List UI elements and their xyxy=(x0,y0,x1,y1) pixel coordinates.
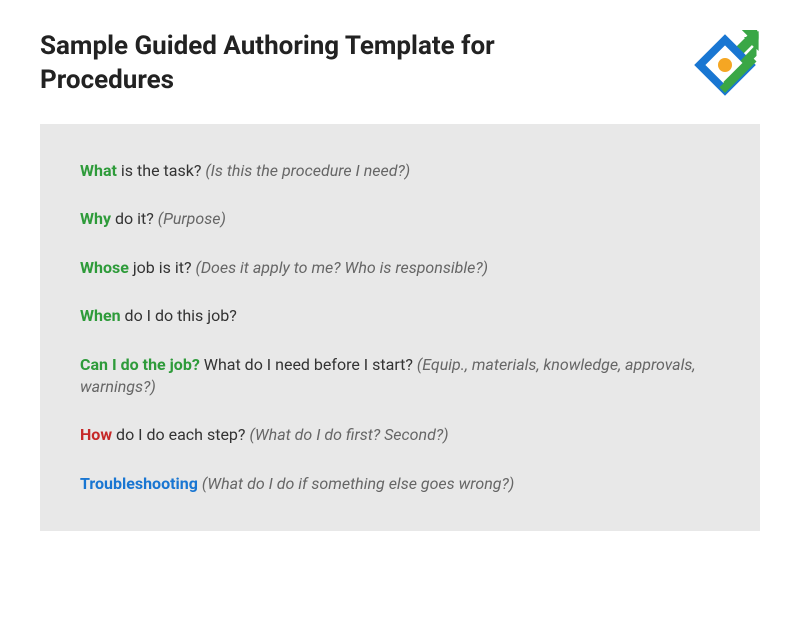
hint-text: (What do I do first? Second?) xyxy=(249,425,448,444)
keyword: Why xyxy=(80,209,111,228)
question-text: do I do each step? xyxy=(112,425,249,444)
logo-icon xyxy=(690,30,760,100)
content-box: What is the task? (Is this the procedure… xyxy=(40,124,760,531)
template-item: Troubleshooting (What do I do if somethi… xyxy=(80,473,720,495)
question-text: job is it? xyxy=(129,258,196,277)
hint-text: (Does it apply to me? Who is responsible… xyxy=(196,258,489,277)
hint-text: (Purpose) xyxy=(158,209,226,228)
keyword: Can I do the job? xyxy=(80,355,200,374)
question-text: do it? xyxy=(111,209,158,228)
question-text: is the task? xyxy=(117,161,205,180)
question-text: do I do this job? xyxy=(121,306,237,325)
keyword: When xyxy=(80,306,121,325)
keyword: What xyxy=(80,161,117,180)
logo xyxy=(690,30,760,100)
keyword: Troubleshooting xyxy=(80,474,198,493)
template-item: When do I do this job? xyxy=(80,305,720,327)
template-item: Why do it? (Purpose) xyxy=(80,208,720,230)
template-item: Can I do the job? What do I need before … xyxy=(80,354,720,399)
keyword: Whose xyxy=(80,258,129,277)
question-text: What do I need before I start? xyxy=(200,355,417,374)
template-item: How do I do each step? (What do I do fir… xyxy=(80,424,720,446)
template-item: What is the task? (Is this the procedure… xyxy=(80,160,720,182)
page-title: Sample Guided Authoring Template for Pro… xyxy=(40,30,540,98)
template-item: Whose job is it? (Does it apply to me? W… xyxy=(80,257,720,279)
hint-text: (What do I do if something else goes wro… xyxy=(202,474,514,493)
keyword: How xyxy=(80,425,112,444)
header: Sample Guided Authoring Template for Pro… xyxy=(40,30,760,100)
hint-text: (Is this the procedure I need?) xyxy=(205,161,410,180)
